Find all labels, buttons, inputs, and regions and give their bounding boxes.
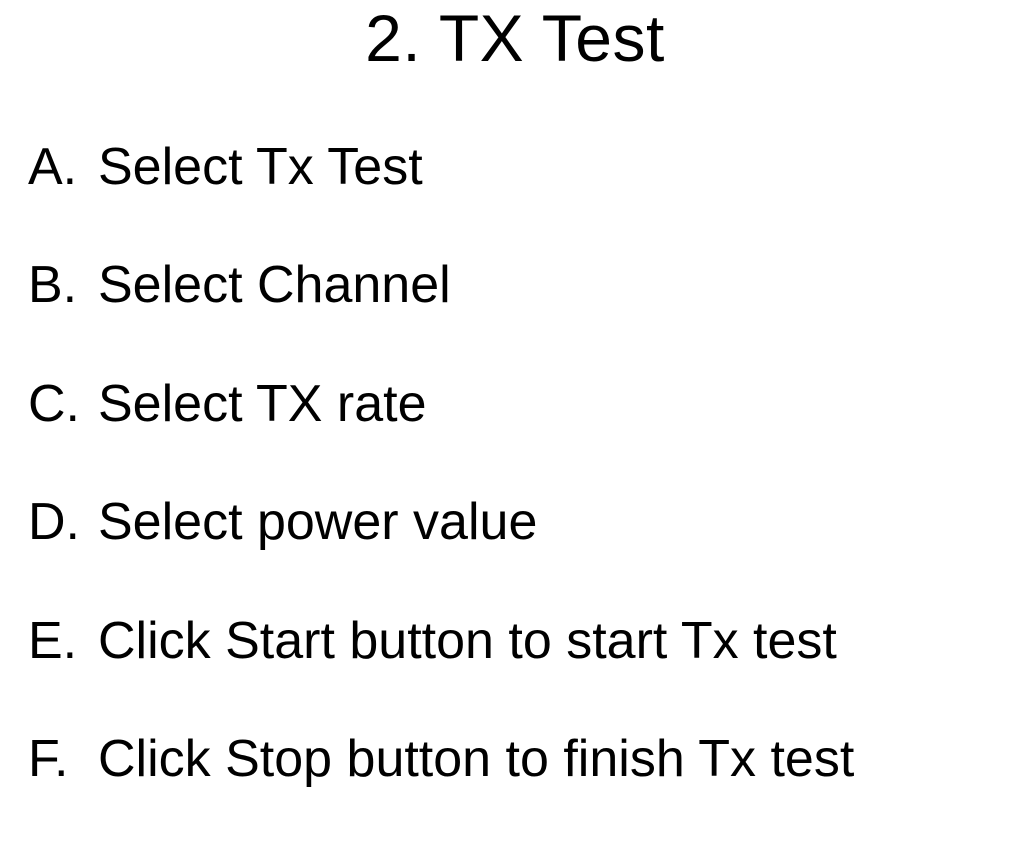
list-text: Select TX rate [98,373,1030,435]
list-text: Click Start button to start Tx test [98,610,1030,672]
list-marker: E. [28,610,98,672]
list-marker: C. [28,373,98,435]
list-text: Select power value [98,491,1030,553]
list-item: F. Click Stop button to finish Tx test [28,728,1030,790]
list-marker: B. [28,254,98,316]
list-text: Select Channel [98,254,1030,316]
list-text: Click Stop button to finish Tx test [98,728,1030,790]
list-item: D. Select power value [28,491,1030,553]
instruction-list: A. Select Tx Test B. Select Channel C. S… [0,136,1030,790]
list-text: Select Tx Test [98,136,1030,198]
list-marker: D. [28,491,98,553]
list-marker: A. [28,136,98,198]
list-item: E. Click Start button to start Tx test [28,610,1030,672]
page-title: 2. TX Test [0,0,1030,76]
list-item: A. Select Tx Test [28,136,1030,198]
list-item: B. Select Channel [28,254,1030,316]
list-marker: F. [28,728,98,790]
list-item: C. Select TX rate [28,373,1030,435]
